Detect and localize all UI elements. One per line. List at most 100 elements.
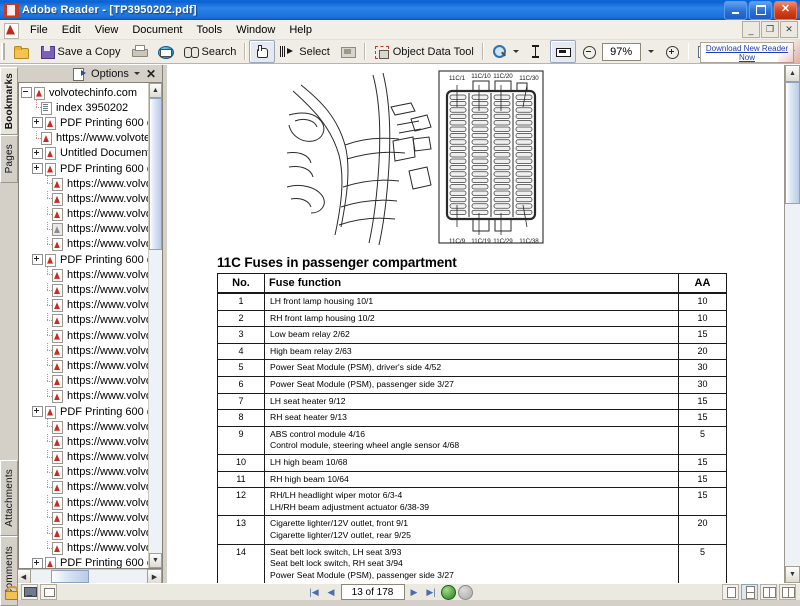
save-a-copy-button[interactable]: Save a Copy [34,40,126,63]
bookmark-item[interactable]: https://www.volvotec [21,236,148,252]
chevron-down-icon-zoom[interactable] [647,50,654,53]
previous-view-button[interactable] [440,584,456,600]
bookmark-item[interactable]: https://www.volvotec [21,464,148,480]
menu-item-tools[interactable]: Tools [190,22,230,38]
print-button[interactable] [126,40,152,63]
bookmark-item[interactable]: https://www.volvotec [21,495,148,510]
select-tool-button[interactable]: Select [275,40,335,63]
scroll-track[interactable] [149,98,162,553]
doc-scroll-up-button[interactable]: ▲ [785,65,800,82]
email-button[interactable] [152,40,178,63]
bookmarks-tree[interactable]: volvotechinfo.com index 3950202 PDF Printi… [19,83,148,568]
menu-item-document[interactable]: Document [125,22,189,38]
bookmark-item[interactable]: https://www.volvotec [21,479,148,495]
bookmark-item[interactable]: https://www.volvotec [21,312,148,328]
bookmark-item[interactable]: index 3950202 [21,100,148,115]
zoom-tool-button[interactable] [487,40,524,63]
toolbar-grip[interactable] [1,43,6,60]
bookmark-item[interactable]: https://www.volvotec [21,206,148,222]
bookmark-item[interactable]: Untitled Document [21,146,148,161]
sidebar-tab-attachments[interactable]: Attachments [0,460,18,536]
pdf-page[interactable]: 11C/1 11C/10 11C/20 11C/30 11C/9 11C/19 … [167,65,784,583]
signature-icon[interactable] [21,584,38,600]
sidebar-tab-bookmarks[interactable]: Bookmarks [0,67,18,135]
zoom-dropdown-button[interactable] [641,40,659,63]
mdi-minimize-button[interactable]: _ [742,21,760,38]
hscroll-thumb[interactable] [51,570,89,583]
hscroll-track[interactable] [31,570,147,583]
tree-expander[interactable] [32,254,43,266]
bookmark-item[interactable]: https://www.volvotec [21,373,148,389]
doc-scroll-track[interactable] [785,82,800,566]
bookmark-item[interactable]: https://www.volvotec [21,267,148,282]
bookmark-item[interactable]: PDF Printing 600 d [21,115,148,130]
close-button[interactable]: ✕ [774,0,797,20]
next-page-button[interactable]: ▶ [407,585,422,599]
bookmarks-options-button[interactable]: Options [91,68,140,80]
bookmark-item[interactable]: https://www.volvotec [21,358,148,373]
mdi-restore-button[interactable]: ❐ [761,21,779,38]
tree-expander[interactable] [32,117,43,129]
bookmark-item[interactable]: https://www.volvotec [21,343,148,358]
facing-view-button[interactable] [760,584,777,600]
scroll-up-button[interactable]: ▲ [149,83,162,98]
fit-width-button[interactable] [549,40,576,63]
search-button[interactable]: Search [178,40,242,63]
bookmark-item[interactable]: https://www.volvotec [21,297,148,313]
menu-item-file[interactable]: File [23,22,55,38]
bookmark-item[interactable]: volvotechinfo.com [21,85,148,100]
tree-expander[interactable] [32,163,43,175]
tree-expander[interactable] [21,87,32,99]
continuous-facing-view-button[interactable] [779,584,796,600]
bookmark-item[interactable]: https://www.volvotec [21,449,148,465]
menu-item-window[interactable]: Window [229,22,282,38]
minimize-button[interactable] [724,0,747,20]
page-number-input[interactable]: 13 of 178 [340,584,405,600]
scroll-right-button[interactable]: ▶ [147,569,162,584]
single-page-view-button[interactable] [722,584,739,600]
tree-expander[interactable] [32,406,43,418]
open-button[interactable] [8,40,34,63]
next-view-button[interactable] [457,584,473,600]
mdi-close-button[interactable]: ✕ [780,21,798,38]
last-page-button[interactable]: ▶| [424,585,439,599]
scroll-down-button[interactable]: ▼ [149,553,162,568]
bookmark-item[interactable]: https://www.volvotec [21,176,148,191]
scroll-thumb[interactable] [149,98,162,250]
object-data-tool-button[interactable]: Object Data Tool [369,40,479,63]
bookmark-item[interactable]: PDF Printing 600 d [21,252,148,267]
chevron-down-icon[interactable] [512,50,519,53]
continuous-view-button[interactable] [741,584,758,600]
bookmark-item[interactable]: PDF Printing 600 d [21,404,148,419]
scroll-left-button[interactable]: ◀ [16,569,31,584]
doc-scroll-thumb[interactable] [785,82,800,204]
fit-page-button[interactable] [524,40,550,63]
bookmarks-vertical-scrollbar[interactable]: ▲ ▼ [148,83,162,568]
zoom-level-input[interactable]: 97% [601,42,641,61]
thumbnail-icon[interactable] [40,584,57,600]
bookmarks-horizontal-scrollbar[interactable]: ◀ ▶ [16,569,162,584]
restore-button[interactable] [749,0,772,20]
bookmark-item[interactable]: https://www.volvotec [21,282,148,298]
bookmark-item[interactable]: https://www.volvotec [21,388,148,404]
close-bookmarks-panel-button[interactable]: ✕ [144,68,158,80]
sidebar-tab-pages[interactable]: Pages [0,135,18,183]
menu-item-help[interactable]: Help [282,22,319,38]
menu-item-edit[interactable]: Edit [55,22,88,38]
snapshot-tool-button[interactable] [335,40,361,63]
bookmark-item[interactable]: https://www.volvotec [21,510,148,525]
zoom-in-button[interactable] [659,40,685,63]
doc-scroll-down-button[interactable]: ▼ [785,566,800,583]
first-page-button[interactable]: |◀ [307,585,322,599]
new-bookmark-icon[interactable] [73,67,87,81]
bookmark-item[interactable]: https://www.volvotec [21,525,148,541]
tree-expander[interactable] [32,147,43,159]
tree-expander[interactable] [32,557,43,568]
lock-icon[interactable] [2,584,19,600]
bookmark-item[interactable]: https://www.volvotec [21,130,148,146]
bookmark-item[interactable]: https://www.volvotec [21,419,148,434]
hand-tool-button[interactable] [249,40,276,63]
bookmark-item[interactable]: PDF Printing 600 d [21,556,148,568]
zoom-out-button[interactable] [576,40,602,63]
document-vertical-scrollbar[interactable]: ▲ ▼ [784,65,800,583]
